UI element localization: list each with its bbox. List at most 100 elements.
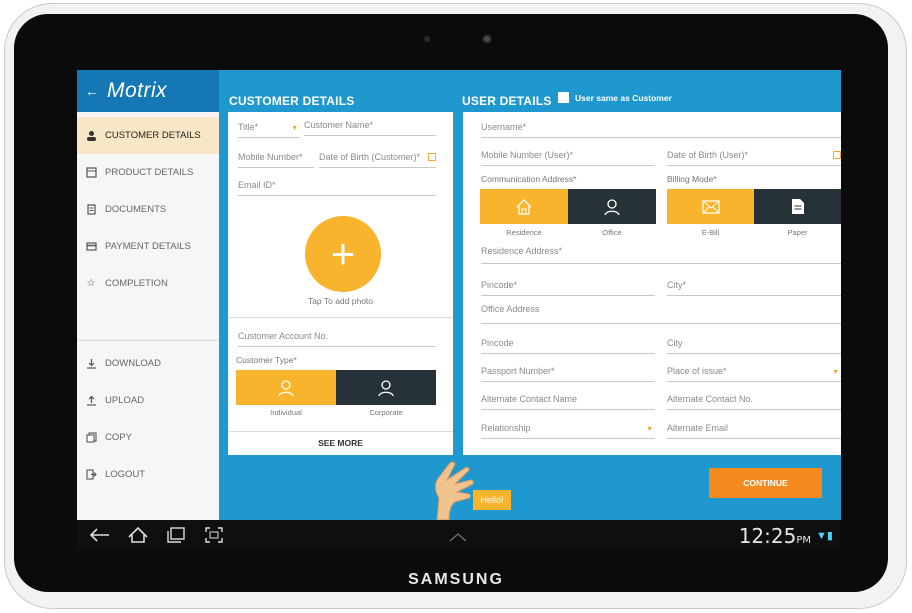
field-label: Mobile Number (User)* xyxy=(481,150,574,160)
back-arrow-icon[interactable]: ← xyxy=(85,83,107,99)
email-id-field[interactable]: Email ID* xyxy=(238,180,436,196)
user-dob-field[interactable]: Date of Birth (User)* xyxy=(667,150,841,166)
communication-address-label: Communication Address* xyxy=(481,174,577,184)
home-icon[interactable] xyxy=(123,523,153,547)
sidebar-item-download[interactable]: DOWNLOAD xyxy=(77,345,219,382)
recent-apps-icon[interactable] xyxy=(161,523,191,547)
screenshot-icon[interactable] xyxy=(199,523,229,547)
sidebar-item-label: UPLOAD xyxy=(105,395,145,406)
paper-option[interactable] xyxy=(754,189,841,224)
username-field[interactable]: Username* xyxy=(481,122,841,138)
place-of-issue-select[interactable]: Place of issue* ▼ xyxy=(667,366,841,382)
field-label: Customer Account No. xyxy=(238,331,329,341)
home-icon xyxy=(516,198,532,215)
customer-account-field[interactable]: Customer Account No. xyxy=(238,331,436,347)
app-screen: ← Motrix CUSTOMER DETAILS PRODUCT DETAIL… xyxy=(77,70,841,550)
pincode-field[interactable]: Pincode* xyxy=(481,280,655,296)
sidebar-item-upload[interactable]: UPLOAD xyxy=(77,382,219,419)
mobile-number-field[interactable]: Mobile Number* xyxy=(238,152,314,168)
divider xyxy=(228,431,453,432)
e-bill-label: E-Bill xyxy=(701,228,720,237)
residence-address-field[interactable]: Residence Address* xyxy=(481,246,841,264)
sidebar-item-label: PRODUCT DETAILS xyxy=(105,167,194,178)
field-label: Date of Birth (User)* xyxy=(667,150,749,160)
field-label: Date of Birth (Customer)* xyxy=(319,152,421,162)
field-label: Alternate Contact No. xyxy=(667,394,754,404)
sidebar-item-copy[interactable]: COPY xyxy=(77,419,219,456)
person-icon xyxy=(278,379,294,396)
alternate-contact-name-field[interactable]: Alternate Contact Name xyxy=(481,394,655,410)
office-option[interactable] xyxy=(568,189,656,224)
add-photo-label: Tap To add photo xyxy=(307,296,374,306)
checkbox[interactable] xyxy=(558,92,569,103)
field-label: Office Address xyxy=(481,304,540,314)
chevron-down-icon: ▼ xyxy=(646,426,653,433)
payment-icon xyxy=(85,241,97,253)
user-mobile-field[interactable]: Mobile Number (User)* xyxy=(481,150,655,166)
system-nav-bar: 12:25PM ▼▮ xyxy=(77,520,841,550)
field-label: Mobile Number* xyxy=(238,152,303,162)
field-label: Title* xyxy=(238,122,259,132)
same-as-customer[interactable]: User same as Customer xyxy=(558,92,672,103)
back-icon[interactable] xyxy=(85,523,115,547)
passport-number-field[interactable]: Passport Number* xyxy=(481,366,655,382)
alternate-contact-no-field[interactable]: Alternate Contact No. xyxy=(667,394,841,410)
sidebar-item-completion[interactable]: ☆ COMPLETION xyxy=(77,265,219,302)
device-brand: SAMSUNG xyxy=(408,571,504,588)
front-camera xyxy=(482,34,492,44)
user-details-heading: USER DETAILS xyxy=(462,94,552,108)
residence-label: Residence xyxy=(506,228,542,237)
battery-icon: ▼▮ xyxy=(816,530,833,542)
field-label: Pincode* xyxy=(481,280,518,290)
mail-icon xyxy=(701,199,720,214)
ampm: PM xyxy=(796,535,811,546)
user-details-card: Username* Mobile Number (User)* Date of … xyxy=(463,112,841,455)
sidebar-item-documents[interactable]: DOCUMENTS xyxy=(77,191,219,228)
sidebar-item-product-details[interactable]: PRODUCT DETAILS xyxy=(77,154,219,191)
corporate-option[interactable] xyxy=(336,370,436,405)
sidebar: ← Motrix CUSTOMER DETAILS PRODUCT DETAIL… xyxy=(77,70,219,520)
waving-hand-illustration xyxy=(434,461,474,520)
residence-option[interactable] xyxy=(480,189,568,224)
city-field[interactable]: City* xyxy=(667,280,841,296)
customer-details-heading: CUSTOMER DETAILS xyxy=(229,94,355,108)
sidebar-item-logout[interactable]: LOGOUT xyxy=(77,456,219,493)
individual-option[interactable] xyxy=(236,370,336,405)
product-icon xyxy=(85,167,97,179)
billing-mode-label: Billing Mode* xyxy=(667,174,717,184)
same-as-customer-label: User same as Customer xyxy=(575,92,672,103)
alternate-email-field[interactable]: Alternate Email xyxy=(667,423,841,439)
title-select[interactable]: Title* ▼ xyxy=(238,122,300,138)
logo-bar: ← Motrix xyxy=(77,70,219,112)
customer-dob-field[interactable]: Date of Birth (Customer)* xyxy=(319,152,436,168)
calendar-icon[interactable] xyxy=(833,151,841,159)
sidebar-item-label: PAYMENT DETAILS xyxy=(105,241,191,252)
field-label: Username* xyxy=(481,122,527,132)
sidebar-item-customer-details[interactable]: CUSTOMER DETAILS xyxy=(77,117,219,154)
office-label: Office xyxy=(602,228,622,237)
office-city-field[interactable]: City xyxy=(667,338,841,354)
sidebar-item-label: DOWNLOAD xyxy=(105,358,161,369)
office-address-field[interactable]: Office Address xyxy=(481,304,841,324)
office-pincode-field[interactable]: Pincode xyxy=(481,338,655,354)
sidebar-item-label: COPY xyxy=(105,432,132,443)
sensor xyxy=(424,36,430,42)
e-bill-option[interactable] xyxy=(667,189,754,224)
divider xyxy=(228,317,453,318)
chevron-down-icon: ▼ xyxy=(832,369,839,376)
customer-name-field[interactable]: Customer Name* xyxy=(304,120,436,136)
time: 12:25 xyxy=(738,524,797,548)
see-more-button[interactable]: SEE MORE xyxy=(228,438,453,448)
hello-badge: Hello! xyxy=(473,490,511,510)
continue-button[interactable]: CONTINUE xyxy=(709,468,822,498)
chevron-up-icon[interactable] xyxy=(449,529,467,547)
sidebar-item-label: COMPLETION xyxy=(105,278,168,289)
calendar-icon[interactable] xyxy=(428,153,436,161)
individual-label: Individual xyxy=(270,408,302,417)
add-photo-button[interactable]: + xyxy=(305,216,381,292)
billing-toggle xyxy=(667,189,841,224)
sidebar-item-payment-details[interactable]: PAYMENT DETAILS xyxy=(77,228,219,265)
relationship-select[interactable]: Relationship ▼ xyxy=(481,423,655,439)
customer-type-toggle xyxy=(236,370,436,405)
field-label: Pincode xyxy=(481,338,514,348)
